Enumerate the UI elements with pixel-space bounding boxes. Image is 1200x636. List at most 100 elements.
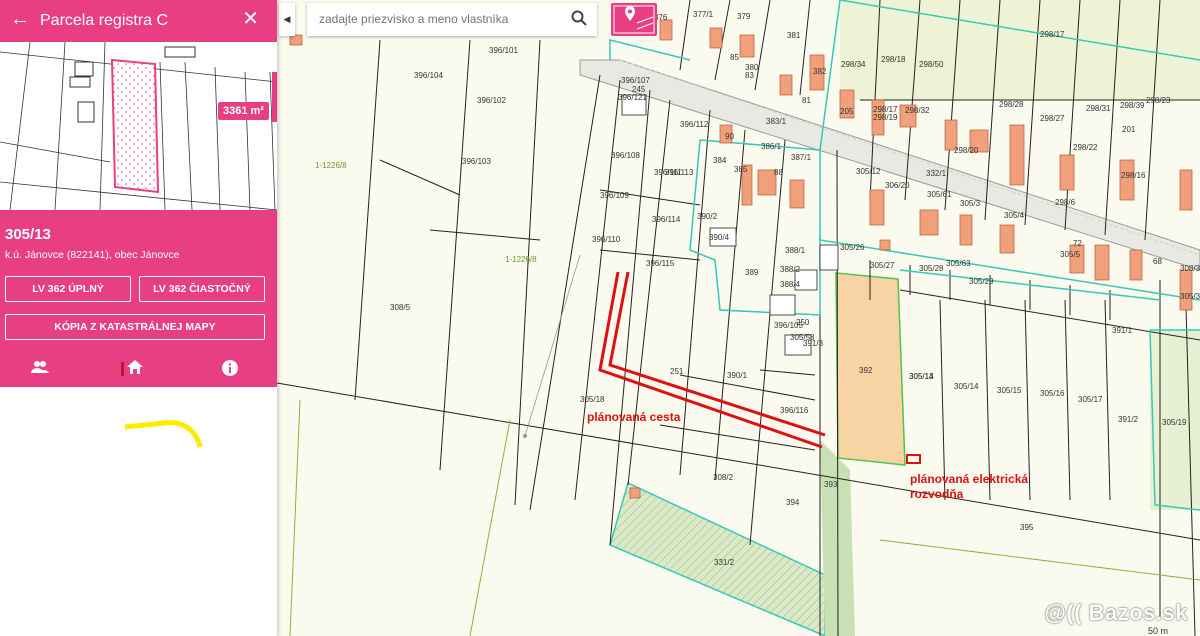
layer-toggle-button[interactable] [611, 3, 657, 36]
parcel-label: 396/105 [774, 321, 803, 330]
parcel-label: 85 [730, 53, 739, 62]
parcel-label: 396/114 [652, 215, 681, 224]
parcel-label: 298/16 [1121, 171, 1146, 180]
parcel-label: 88 [774, 168, 783, 177]
parcel-label: 298/32 [905, 106, 930, 115]
parcel-label: 396/109 [600, 191, 629, 200]
parcel-label: 390/2 [697, 212, 718, 221]
watermark: @(( Bazos.sk [1044, 600, 1188, 625]
parcel-label: 305/15 [997, 386, 1022, 395]
parcel-label: 298/19 [873, 113, 898, 122]
parcel-label: 377/1 [693, 10, 714, 19]
panel-title: Parcela registra C [40, 12, 169, 29]
parcel-label: 90 [725, 132, 734, 141]
home-icon[interactable] [127, 360, 143, 377]
parcel-label: 251 [670, 367, 684, 376]
yellow-marker [124, 420, 203, 448]
parcel-label: 396/111 [654, 168, 682, 177]
parcel-label: 305/26 [840, 243, 865, 252]
parcel-label: 68 [1153, 257, 1162, 266]
parcel-label: 394 [786, 498, 800, 507]
annotation-substation-1: plánovaná elektrická [910, 472, 1028, 486]
annotation-road: plánovaná cesta [587, 410, 681, 424]
parcel-label: 81 [802, 96, 811, 105]
parcel-label: 386/1 [761, 142, 782, 151]
parcel-label: 298/31 [1086, 104, 1111, 113]
parcel-number: 305/13 [5, 226, 51, 243]
parcel-label: 390/1 [727, 371, 748, 380]
parcel-label: 305/28 [919, 264, 944, 273]
parcel-label: 305/14 [954, 382, 979, 391]
parcel-label: 396/121 [618, 93, 647, 102]
collapse-panel-button[interactable]: ◀ [279, 3, 295, 36]
parcel-label: 308/3 [1180, 264, 1200, 273]
parcel-label: 298/39 [1120, 101, 1145, 110]
lv-full-button[interactable]: LV 362 ÚPLNÝ [5, 276, 131, 302]
parcel-label: 389 [745, 268, 759, 277]
parcel-label: 305/29 [969, 277, 994, 286]
parcel-label: 388/1 [785, 246, 806, 255]
parcel-label: 396/116 [780, 406, 809, 415]
parcel-label: 385 [734, 165, 748, 174]
parcel-label: 382 [813, 67, 827, 76]
parcel-label: 298/27 [1040, 114, 1065, 123]
parcel-label: 298/50 [919, 60, 944, 69]
parcel-label: 396/107 [621, 76, 650, 85]
parcel-label: 72 [1073, 239, 1082, 248]
parcel-label: 1-1226/8 [505, 255, 537, 264]
parcel-label: 305/63 [946, 259, 971, 268]
parcel-label: 305/61 [927, 190, 952, 199]
parcel-label: 396/101 [489, 46, 518, 55]
parcel-panel: ← Parcela registra C ✕ 3361 m² 305/13 k.… [0, 0, 277, 636]
parcel-label: 391/3 [803, 339, 824, 348]
parcel-label: 305/5 [1060, 250, 1081, 259]
parcel-label: 305/13 [909, 372, 934, 381]
parcel-label: 298/34 [841, 60, 866, 69]
cadastral-area: k.ú. Jánovce (822141), obec Jánovce [5, 249, 180, 261]
parcel-label: 305/19 [1162, 418, 1187, 427]
parcel-label: 381 [787, 31, 801, 40]
lv-partial-button[interactable]: LV 362 ČIASTOČNÝ [139, 276, 265, 302]
parcel-label: 392 [859, 366, 873, 375]
panel-header: ← Parcela registra C ✕ [0, 0, 277, 42]
parcel-label: 298/18 [881, 55, 906, 64]
close-icon[interactable]: ✕ [242, 9, 259, 29]
parcel-label: 396/103 [462, 157, 491, 166]
map-pin-icon [613, 5, 655, 34]
area-badge: 3361 m² [218, 102, 269, 120]
parcel-label: 305/4 [1004, 211, 1025, 220]
parcel-label: 388/4 [780, 280, 801, 289]
parcel-label: 393 [824, 480, 838, 489]
parcel-label: 388/2 [780, 265, 801, 274]
parcel-label: 396/102 [477, 96, 506, 105]
parcel-info: 305/13 k.ú. Jánovce (822141), obec Jánov… [0, 210, 277, 387]
parcel-label: 305/12 [856, 167, 881, 176]
parcel-label: 308/2 [713, 473, 734, 482]
parcel-label: 383/1 [766, 117, 787, 126]
parcel-thumbnail: 3361 m² [0, 42, 277, 210]
search-icon[interactable] [571, 10, 587, 31]
map-copy-button[interactable]: KÓPIA Z KATASTRÁLNEJ MAPY [5, 314, 265, 340]
parcel-label: 396/108 [611, 151, 640, 160]
parcel-label: 379 [737, 12, 751, 21]
parcel-label: 396/115 [646, 259, 675, 268]
parcel-label: 298/23 [1146, 96, 1171, 105]
parcel-label: 308/5 [390, 303, 411, 312]
parcel-label: 298/17 [1040, 30, 1065, 39]
parcel-label: 298/6 [1055, 198, 1076, 207]
annotation-substation-2: rozvodňa [910, 487, 964, 501]
parcel-label: 332/1 [926, 169, 947, 178]
info-icon[interactable] [222, 360, 238, 379]
arrow-left-icon[interactable]: ← [10, 9, 30, 29]
parcel-label: 305/18 [580, 395, 605, 404]
parcel-label: 305/27 [870, 261, 895, 270]
parcel-label: 391/2 [1118, 415, 1139, 424]
search-input[interactable] [317, 11, 571, 27]
parcel-label: 384 [713, 156, 727, 165]
parcel-label: 205 [840, 107, 854, 116]
parcel-label: 83 [745, 71, 754, 80]
people-icon[interactable] [31, 360, 49, 377]
parcel-label: 396/112 [680, 120, 709, 129]
parcel-label: 306/20 [885, 181, 910, 190]
parcel-label: 396/104 [414, 71, 443, 80]
